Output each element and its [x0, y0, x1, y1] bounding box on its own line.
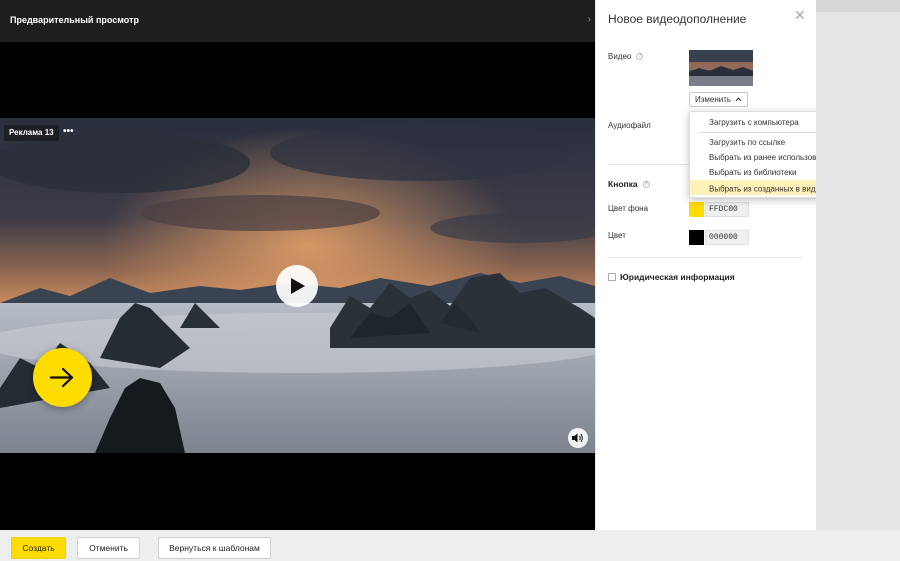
bg-color-input[interactable]: FFDC00 — [705, 202, 749, 217]
bg-color-swatch[interactable] — [689, 202, 704, 217]
footer-bar: Создать Отменить Вернуться к шаблонам — [0, 530, 900, 561]
background-strip — [816, 0, 900, 12]
text-color-swatch[interactable] — [689, 230, 704, 245]
video-label: Видео — [608, 52, 632, 61]
cancel-button[interactable]: Отменить — [77, 537, 140, 559]
sound-button[interactable] — [568, 428, 588, 448]
help-icon[interactable]: ? — [642, 181, 650, 189]
preview-title: Предварительный просмотр — [10, 15, 139, 25]
sound-icon — [572, 433, 583, 443]
help-icon[interactable]: ? — [636, 53, 644, 61]
chevron-right-icon[interactable]: › — [588, 14, 591, 25]
text-color-input[interactable]: 000000 — [705, 230, 749, 245]
legal-info-checkbox[interactable] — [608, 273, 616, 281]
panel-title: Новое видеодополнение — [608, 12, 747, 26]
video-label-row: Видео? — [608, 52, 644, 61]
divider — [608, 257, 803, 258]
button-section-label: Кнопка — [608, 179, 638, 189]
create-button[interactable]: Создать — [11, 537, 66, 559]
play-button[interactable] — [276, 265, 318, 307]
close-icon[interactable]: ✕ — [794, 7, 806, 24]
change-button-label: Изменить — [695, 95, 732, 104]
preview-area: Предварительный просмотр › Реклама 13 ••… — [0, 0, 595, 530]
button-section-title: Кнопка? — [608, 179, 650, 189]
change-video-button[interactable]: Изменить — [689, 92, 749, 107]
arrow-right-icon — [50, 367, 74, 388]
color-label: Цвет — [608, 231, 626, 240]
back-to-templates-button[interactable]: Вернуться к шаблонам — [158, 537, 271, 559]
video-addition-panel: Новое видеодополнение ✕ Видео? Изменить … — [596, 0, 816, 530]
background-area — [816, 0, 900, 530]
chevron-up-icon — [735, 97, 742, 102]
video-player[interactable]: Реклама 13 ••• — [0, 118, 595, 453]
legal-info-label: Юридическая информация — [620, 272, 735, 282]
preview-header: Предварительный просмотр › — [0, 0, 595, 42]
audio-label: Аудиофайл — [608, 121, 651, 130]
cta-arrow-button[interactable] — [33, 348, 92, 407]
more-options-icon[interactable]: ••• — [63, 125, 74, 139]
play-icon — [291, 278, 305, 294]
video-thumbnail — [689, 50, 753, 86]
bg-color-label: Цвет фона — [608, 204, 649, 213]
ad-label: Реклама 13 — [4, 125, 59, 141]
